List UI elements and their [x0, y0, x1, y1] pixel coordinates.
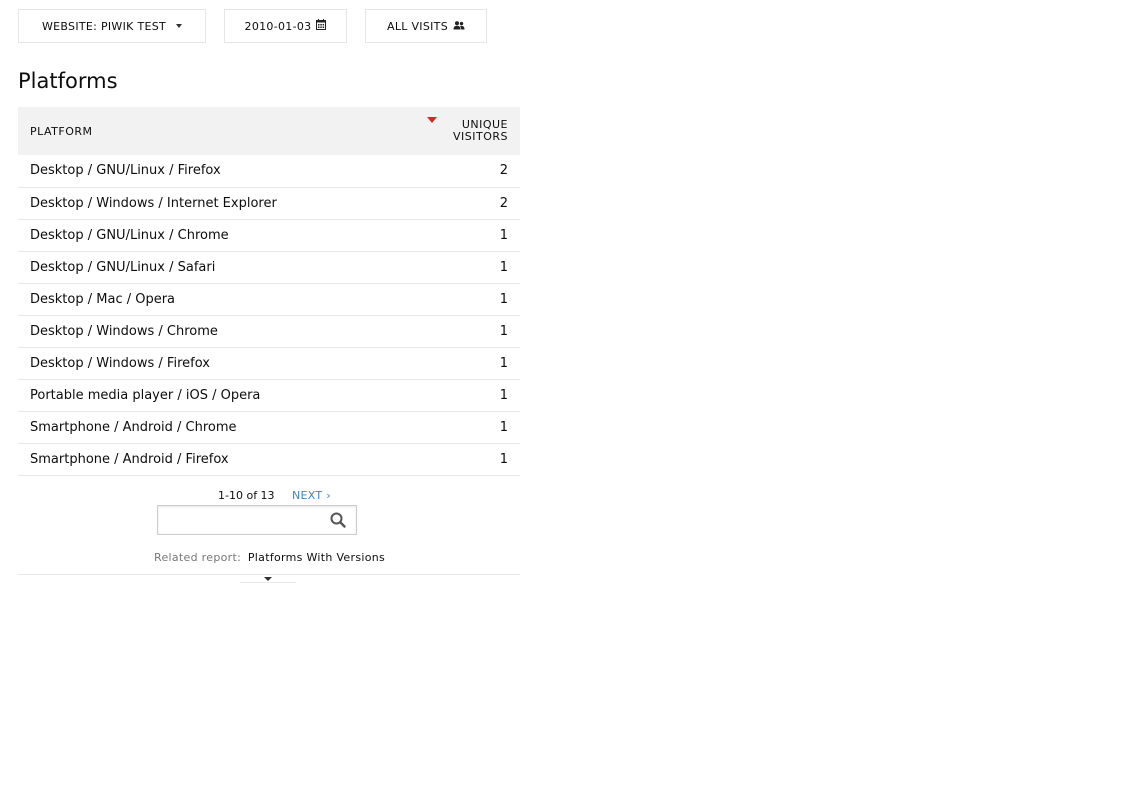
table-row[interactable]: Desktop / Windows / Chrome 1	[18, 315, 520, 348]
related-report-link[interactable]: Platforms With Versions	[248, 551, 385, 564]
unique-visitors-value: 1	[406, 411, 520, 444]
table-row[interactable]: Desktop / GNU/Linux / Chrome 1	[18, 219, 520, 252]
platform-label: Smartphone / Android / Firefox	[18, 443, 407, 476]
platform-label: Desktop / GNU/Linux / Chrome	[18, 219, 407, 252]
unique-visitors-value: 2	[406, 155, 520, 188]
platform-label: Desktop / Windows / Internet Explorer	[18, 187, 407, 220]
unique-visitors-value: 1	[406, 443, 520, 476]
unique-visitors-value: 1	[406, 379, 520, 412]
platform-label: Desktop / GNU/Linux / Safari	[18, 251, 407, 284]
sort-descending-icon	[427, 117, 437, 123]
search-box	[157, 505, 357, 535]
footer-toggle[interactable]	[240, 575, 296, 583]
users-icon	[453, 20, 465, 33]
website-selector-label: WEBSITE: PIWIK TEST	[41, 19, 167, 33]
unique-visitors-value: 1	[406, 251, 520, 284]
table-row[interactable]: Smartphone / Android / Firefox 1	[18, 443, 520, 476]
report-widget: PLATFORM UNIQUE VISITORS Desktop / GNU/L…	[18, 107, 520, 506]
table-row[interactable]: Desktop / GNU/Linux / Firefox 2	[18, 155, 520, 188]
column-header-platform-label: PLATFORM	[30, 124, 93, 138]
unique-visitors-value: 1	[406, 347, 520, 380]
pagination: 1-10 of 13 NEXT ›	[18, 476, 520, 506]
pagination-next-link[interactable]: NEXT ›	[292, 489, 331, 502]
table-row[interactable]: Desktop / Windows / Internet Explorer 2	[18, 187, 520, 220]
column-header-metric-line2: VISITORS	[453, 130, 508, 143]
date-selector-label: 2010-01-03	[244, 19, 312, 33]
related-report: Related report: Platforms With Versions	[154, 551, 385, 564]
calendar-icon	[316, 19, 327, 33]
platform-label: Desktop / Windows / Chrome	[18, 315, 407, 348]
date-selector[interactable]: 2010-01-03	[224, 9, 347, 43]
segment-selector[interactable]: ALL VISITS	[365, 9, 487, 43]
column-header-platform[interactable]: PLATFORM	[18, 107, 407, 155]
report-title: Platforms	[18, 69, 118, 93]
unique-visitors-value: 2	[406, 187, 520, 220]
caret-down-icon	[176, 24, 183, 28]
related-report-label: Related report:	[154, 551, 242, 564]
column-header-unique-visitors[interactable]: UNIQUE VISITORS	[406, 107, 520, 155]
table-row[interactable]: Desktop / Mac / Opera 1	[18, 283, 520, 316]
table-row[interactable]: Smartphone / Android / Chrome 1	[18, 411, 520, 444]
unique-visitors-value: 1	[406, 283, 520, 316]
chevron-down-icon	[264, 577, 272, 581]
website-selector[interactable]: WEBSITE: PIWIK TEST	[18, 9, 206, 43]
unique-visitors-value: 1	[406, 315, 520, 348]
platform-label: Desktop / Mac / Opera	[18, 283, 407, 316]
search-input[interactable]	[162, 506, 326, 534]
search-icon[interactable]	[330, 512, 346, 532]
table-row[interactable]: Desktop / GNU/Linux / Safari 1	[18, 251, 520, 284]
table-row[interactable]: Portable media player / iOS / Opera 1	[18, 379, 520, 412]
platform-label: Desktop / Windows / Firefox	[18, 347, 407, 380]
segment-selector-label: ALL VISITS	[387, 19, 448, 33]
platform-label: Portable media player / iOS / Opera	[18, 379, 407, 412]
platform-label: Smartphone / Android / Chrome	[18, 411, 407, 444]
pagination-count: 1-10 of 13	[218, 488, 275, 502]
table-header-row: PLATFORM UNIQUE VISITORS	[18, 107, 520, 155]
report-table: PLATFORM UNIQUE VISITORS Desktop / GNU/L…	[18, 107, 520, 476]
table-row[interactable]: Desktop / Windows / Firefox 1	[18, 347, 520, 380]
platform-label: Desktop / GNU/Linux / Firefox	[18, 155, 407, 188]
unique-visitors-value: 1	[406, 219, 520, 252]
